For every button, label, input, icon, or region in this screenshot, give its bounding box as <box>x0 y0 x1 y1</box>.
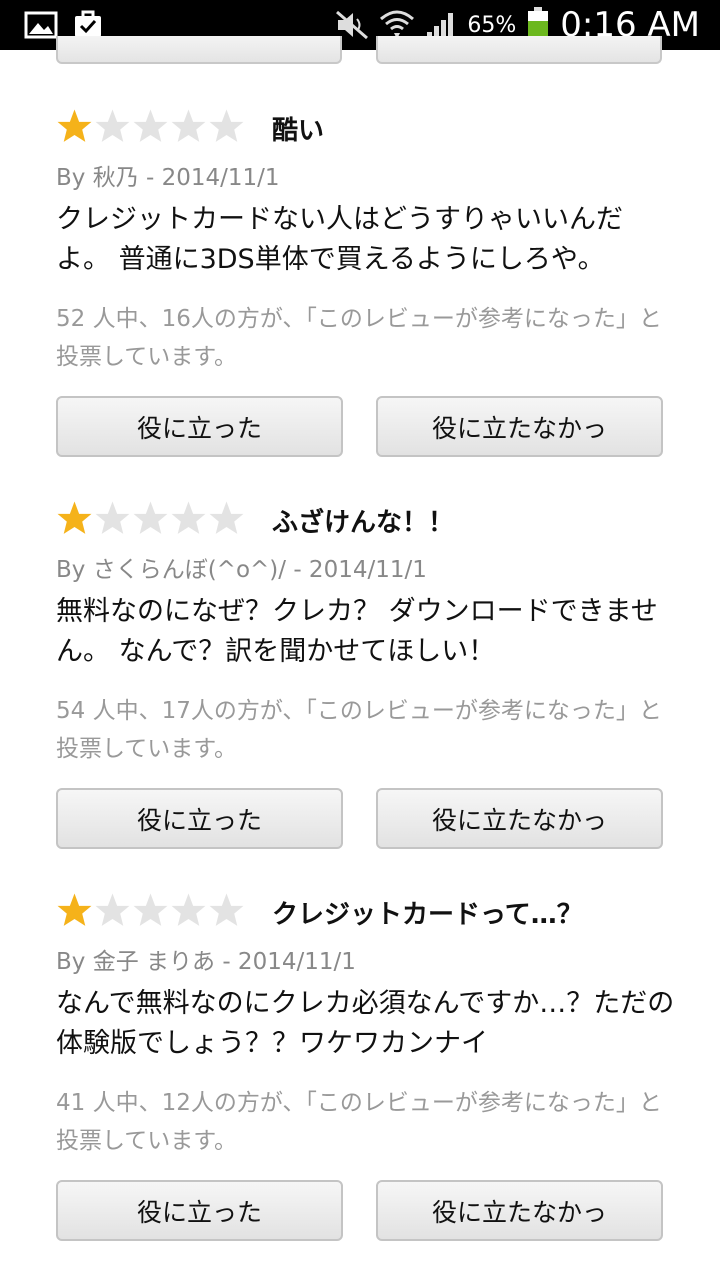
battery-percent: 65% <box>467 12 517 38</box>
gallery-notification-icon <box>24 11 58 39</box>
unhelpful-button[interactable]: 役に立たなかっ <box>376 788 663 849</box>
previous-unhelpful-button[interactable] <box>376 36 662 64</box>
previous-helpful-button[interactable] <box>56 36 342 64</box>
star-empty-icon <box>133 893 168 926</box>
helpful-button[interactable]: 役に立った <box>56 396 343 457</box>
star-empty-icon <box>171 893 206 926</box>
review-byline: By 金子 まりあ - 2014/11/1 <box>56 949 356 975</box>
star-empty-icon <box>133 109 168 142</box>
unhelpful-button[interactable]: 役に立たなかっ <box>376 1180 663 1241</box>
helpful-count: 52 人中、16人の方が、「このレビューが参考になった」と投票しています。 <box>56 306 662 370</box>
review-byline: By さくらんぼ(^o^)/ - 2014/11/1 <box>56 557 427 583</box>
star-rating <box>56 108 245 145</box>
review-byline: By 秋乃 - 2014/11/1 <box>56 165 280 191</box>
star-empty-icon <box>171 109 206 142</box>
review-body: クレジットカードない人はどうすりゃいいんだよ。 普通に3DS単体で買えるようにし… <box>56 204 623 275</box>
star-rating <box>56 500 245 537</box>
unhelpful-button[interactable]: 役に立たなかっ <box>376 396 663 457</box>
star-empty-icon <box>95 893 130 926</box>
star-empty-icon <box>171 501 206 534</box>
star-filled-icon <box>57 109 92 142</box>
review-body: 無料なのになぜ？クレカ？ ダウンロードできません。 なんで？訳を聞かせてほしい！ <box>56 596 658 667</box>
star-filled-icon <box>57 501 92 534</box>
star-empty-icon <box>209 893 244 926</box>
star-empty-icon <box>209 109 244 142</box>
review-title: クレジットカードって…？ <box>272 900 583 930</box>
review-title: ふざけんな！！ <box>272 508 455 538</box>
helpful-count: 54 人中、17人の方が、「このレビューが参考になった」と投票しています。 <box>56 698 662 762</box>
helpful-button[interactable]: 役に立った <box>56 1180 343 1241</box>
helpful-count: 41 人中、12人の方が、「このレビューが参考になった」と投票しています。 <box>56 1090 662 1154</box>
star-rating <box>56 892 245 929</box>
star-filled-icon <box>57 893 92 926</box>
star-empty-icon <box>133 501 168 534</box>
review-body: なんで無料なのにクレカ必須なんですか…？ただの体験版でしょう？？ワケワカンナイ <box>56 988 675 1059</box>
helpful-button[interactable]: 役に立った <box>56 788 343 849</box>
star-empty-icon <box>95 109 130 142</box>
review-title: 酷い <box>272 116 325 146</box>
star-empty-icon <box>209 501 244 534</box>
star-empty-icon <box>95 501 130 534</box>
